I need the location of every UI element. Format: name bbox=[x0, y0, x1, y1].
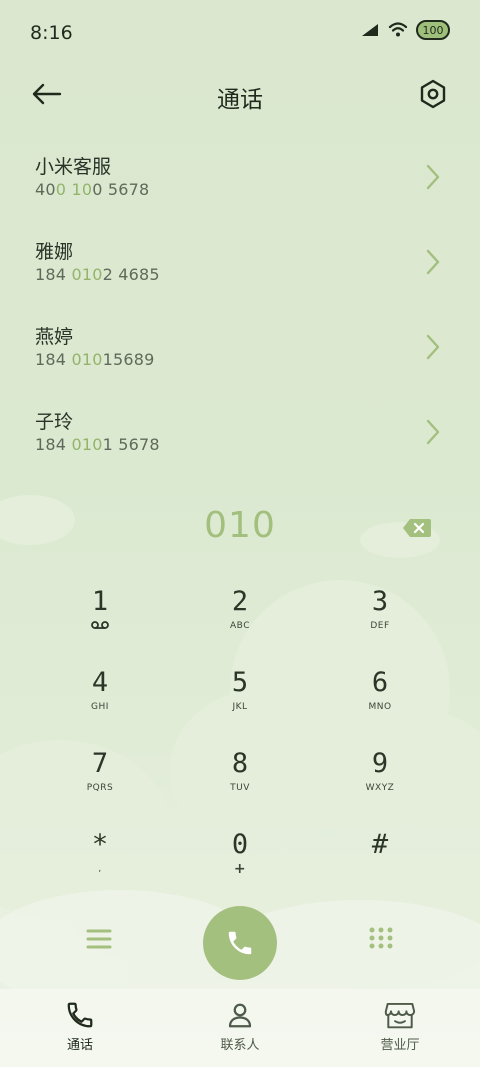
wifi-icon bbox=[388, 22, 408, 37]
key-digit: 5 bbox=[231, 667, 249, 698]
nav-calls[interactable]: 通话 bbox=[0, 989, 160, 1067]
battery-level: 100 bbox=[422, 23, 444, 37]
key-5[interactable]: 5 JKL bbox=[170, 665, 310, 746]
contact-number: 184 01015689 bbox=[35, 350, 155, 369]
nav-store[interactable]: 营业厅 bbox=[320, 989, 480, 1067]
signal-icon bbox=[362, 24, 378, 36]
voicemail-icon bbox=[91, 621, 109, 629]
key-digit: * bbox=[91, 829, 109, 860]
nav-label: 通话 bbox=[66, 1038, 93, 1053]
chevron-right-icon bbox=[426, 334, 440, 360]
nav-label: 营业厅 bbox=[380, 1038, 420, 1053]
phone-icon bbox=[228, 931, 252, 955]
key-digit: 4 bbox=[91, 667, 109, 698]
dialpad-grid-icon bbox=[369, 927, 393, 949]
key-2[interactable]: 2 ABC bbox=[170, 584, 310, 665]
key-9[interactable]: 9 WXYZ bbox=[310, 746, 450, 827]
nav-contacts[interactable]: 联系人 bbox=[160, 989, 320, 1067]
chevron-right-icon bbox=[426, 249, 440, 275]
key-letters: ABC bbox=[230, 621, 250, 631]
contact-number: 184 0101 5678 bbox=[35, 435, 160, 454]
key-hash[interactable]: # bbox=[310, 827, 450, 908]
store-icon bbox=[384, 1002, 416, 1029]
contact-number: 400 100 5678 bbox=[35, 180, 150, 199]
chevron-right-icon bbox=[426, 164, 440, 190]
key-1[interactable]: 1 bbox=[30, 584, 170, 665]
key-digit: 0 bbox=[231, 829, 249, 860]
chevron-right-icon bbox=[426, 419, 440, 445]
key-3[interactable]: 3 DEF bbox=[310, 584, 450, 665]
key-0[interactable]: 0 + bbox=[170, 827, 310, 908]
key-letters: , bbox=[98, 864, 102, 874]
key-7[interactable]: 7 PQRS bbox=[30, 746, 170, 827]
key-letters: GHI bbox=[91, 702, 109, 712]
backspace-button[interactable] bbox=[402, 518, 432, 542]
hexagon-settings-icon bbox=[420, 79, 446, 109]
key-6[interactable]: 6 MNO bbox=[310, 665, 450, 746]
contact-name: 小米客服 bbox=[35, 156, 112, 178]
key-star[interactable]: * , bbox=[30, 827, 170, 908]
key-digit: # bbox=[371, 829, 389, 860]
key-digit: 7 bbox=[91, 748, 109, 779]
settings-button[interactable] bbox=[418, 78, 448, 110]
battery-icon: 100 bbox=[416, 20, 450, 40]
contact-name: 子玲 bbox=[35, 411, 74, 433]
key-digit: 8 bbox=[231, 748, 249, 779]
menu-button[interactable] bbox=[86, 928, 112, 954]
contact-item[interactable]: 燕婷 184 01015689 bbox=[0, 304, 480, 389]
contact-item[interactable]: 子玲 184 0101 5678 bbox=[0, 389, 480, 474]
key-letters: PQRS bbox=[86, 783, 114, 793]
person-icon bbox=[228, 1003, 252, 1028]
dialpad-toggle-button[interactable] bbox=[368, 926, 394, 956]
contact-item[interactable]: 雅娜 184 0102 4685 bbox=[0, 219, 480, 304]
contact-number: 184 0102 4685 bbox=[35, 265, 160, 284]
contact-list: 小米客服 400 100 5678 雅娜 184 0102 4685 燕婷 18… bbox=[0, 134, 480, 474]
action-row bbox=[0, 904, 480, 984]
header: 通话 bbox=[0, 64, 480, 126]
key-digit: 2 bbox=[231, 586, 249, 617]
nav-label: 联系人 bbox=[220, 1038, 260, 1053]
bottom-nav: 通话 联系人 营业厅 bbox=[0, 989, 480, 1067]
key-digit: 6 bbox=[371, 667, 389, 698]
call-button[interactable] bbox=[203, 906, 277, 980]
phone-icon bbox=[67, 1002, 93, 1028]
key-letters: JKL bbox=[232, 702, 248, 712]
key-digit: 9 bbox=[371, 748, 389, 779]
key-letters: DEF bbox=[370, 621, 390, 631]
keypad: 1 2 ABC 3 DEF 4 GHI 5 JKL 6 MNO 7 PQRS 8… bbox=[30, 584, 450, 908]
key-letters: WXYZ bbox=[365, 783, 395, 793]
hamburger-menu-icon bbox=[86, 929, 112, 949]
contact-name: 雅娜 bbox=[35, 241, 74, 263]
key-letters: MNO bbox=[368, 702, 392, 712]
contact-item[interactable]: 小米客服 400 100 5678 bbox=[0, 134, 480, 219]
status-icons: 100 bbox=[360, 20, 450, 40]
key-8[interactable]: 8 TUV bbox=[170, 746, 310, 827]
key-4[interactable]: 4 GHI bbox=[30, 665, 170, 746]
key-digit: 3 bbox=[371, 586, 389, 617]
contact-name: 燕婷 bbox=[35, 326, 74, 348]
page-title: 通话 bbox=[217, 87, 263, 113]
key-letters: TUV bbox=[230, 783, 250, 793]
key-letters: + bbox=[233, 861, 247, 877]
status-time: 8:16 bbox=[30, 22, 73, 44]
status-bar: 8:16 100 bbox=[0, 0, 480, 64]
backspace-icon bbox=[403, 519, 431, 537]
key-digit: 1 bbox=[91, 586, 109, 617]
